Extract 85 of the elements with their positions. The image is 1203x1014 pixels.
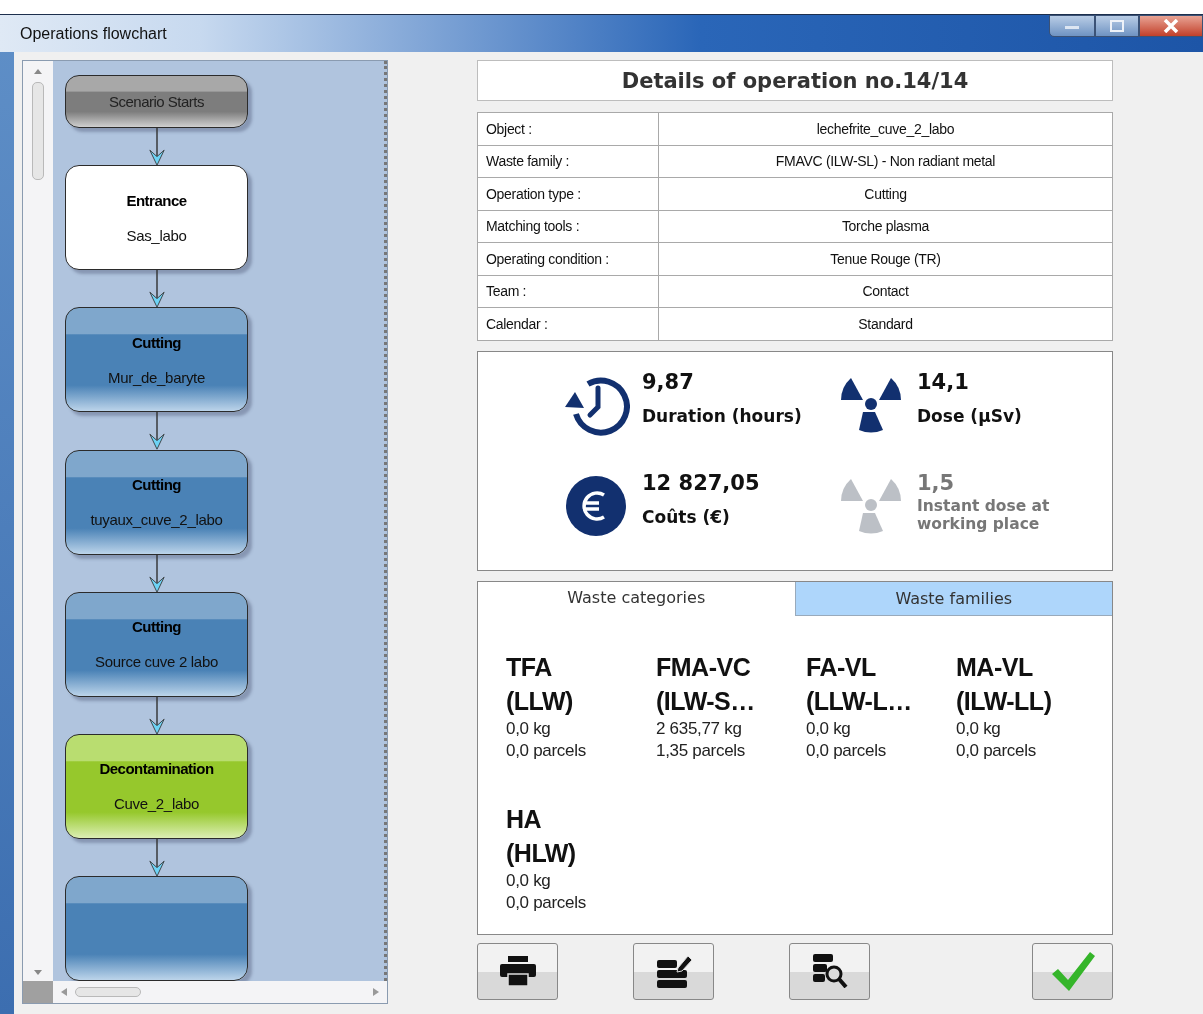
table-cell: Operating condition :: [478, 243, 659, 275]
confirm-button[interactable]: [1032, 942, 1113, 1000]
window-title: Operations flowchart: [20, 24, 167, 43]
tab[interactable]: Waste families: [794, 581, 1112, 616]
category-code: HA: [506, 803, 543, 835]
category-parcels: 0,0 parcels: [806, 739, 887, 762]
category-name: (LLW-L…: [806, 685, 913, 717]
scrollbar-corner: [23, 981, 53, 1003]
search-button[interactable]: [789, 942, 870, 1000]
category-code: TFA: [506, 651, 553, 683]
table-cell-text: Cutting: [863, 184, 908, 204]
maximize-icon: [1109, 20, 1125, 32]
stat-label: Duration (hours): [642, 405, 802, 426]
vertical-scrollbar[interactable]: [23, 61, 53, 981]
edit-button[interactable]: [633, 942, 714, 1000]
node-title: Scenario Starts: [108, 93, 204, 110]
node-title: Cutting: [132, 618, 181, 636]
database-search-icon: [811, 954, 848, 988]
horizontal-scrollbar[interactable]: [23, 981, 387, 1003]
table-cell-text: Tenue Rouge (TR): [829, 249, 942, 269]
table-cell-text: lechefrite_cuve_2_labo: [815, 119, 956, 139]
category-parcels: 0,0 parcels: [956, 739, 1037, 762]
stat-label: Coûts (€): [642, 506, 731, 527]
database-edit-icon: [655, 954, 692, 988]
category-parcels: 0,0 parcels: [506, 891, 587, 914]
scroll-thumb[interactable]: [32, 82, 44, 180]
table-cell: Team :: [478, 275, 659, 307]
node-title: Cutting: [132, 333, 181, 351]
stat-label: Dose (µSv): [917, 405, 1022, 426]
category-parcels: 0,0 parcels: [506, 739, 587, 762]
category-code: MA-VL: [956, 651, 1034, 683]
scroll-right-icon[interactable]: [373, 988, 379, 996]
category-mass: 0,0 kg: [806, 717, 852, 740]
category-mass: 2 635,77 kg: [656, 717, 743, 740]
node-title: Decontamination: [99, 760, 214, 778]
node-subtitle: Source cuve 2 labo: [95, 653, 218, 671]
details-title: Details of operation no.14/14: [477, 60, 1113, 101]
scroll-down-icon[interactable]: [34, 970, 42, 975]
printer-icon: [499, 956, 536, 986]
stat-value: 14,1: [917, 369, 970, 394]
scroll-left-icon[interactable]: [61, 988, 67, 996]
stat-value: 12 827,05: [642, 470, 760, 495]
node-title: Entrance: [126, 191, 187, 209]
operation-node[interactable]: Cutting Mur_de_baryte: [65, 307, 248, 413]
table-cell: Object :: [478, 113, 659, 145]
stat-label: Instant dose at working place: [917, 496, 1051, 534]
node-subtitle: Sas_labo: [126, 226, 187, 244]
minimize-button[interactable]: [1049, 15, 1095, 37]
table-cell-text: FMAVC (ILW-SL) - Non radiant metal: [774, 152, 997, 172]
euro-icon: [565, 474, 627, 537]
category-parcels: 1,35 parcels: [656, 739, 746, 762]
table-cell: Calendar :: [478, 308, 659, 340]
table-cell-text: Torche plasma: [840, 217, 931, 237]
category-mass: 0,0 kg: [956, 717, 1002, 740]
operation-node[interactable]: Cutting Source cuve 2 labo: [65, 591, 248, 697]
stat-value: 9,87: [642, 369, 695, 394]
category-name: (LLW): [506, 685, 574, 717]
close-button[interactable]: [1139, 15, 1203, 37]
table-cell-text: Standard: [857, 314, 914, 334]
scroll-up-icon[interactable]: [34, 69, 42, 74]
node-title: Cutting: [132, 476, 181, 493]
table-cell-text: Contact: [861, 282, 910, 302]
category-name: (ILW-LL): [956, 685, 1053, 717]
close-icon: [1163, 19, 1179, 33]
category-mass: 0,0 kg: [506, 717, 552, 740]
print-button[interactable]: [477, 942, 558, 1000]
category-mass: 0,0 kg: [506, 869, 552, 892]
operation-node[interactable]: Decontamination Cuve_2_labo: [65, 733, 248, 839]
maximize-button[interactable]: [1095, 15, 1139, 37]
stat-value: 1,5: [917, 470, 956, 495]
operation-node[interactable]: Cutting tuyaux_cuve_2_labo: [65, 449, 248, 555]
scroll-thumb[interactable]: [75, 987, 141, 997]
category-code: FA-VL: [806, 651, 877, 683]
category-code: FMA-VC: [656, 651, 752, 683]
node-subtitle: Cuve_2_labo: [113, 795, 200, 813]
entrance-node[interactable]: Entrance Sas_labo: [65, 165, 248, 271]
node-subtitle: tuyaux_cuve_2_labo: [90, 511, 223, 528]
category-name: (HLW): [506, 837, 577, 869]
category-name: (ILW-S…: [656, 685, 756, 717]
start-node[interactable]: Scenario Starts: [65, 75, 248, 128]
node-subtitle: Mur_de_baryte: [108, 368, 205, 386]
table-cell: Waste family :: [478, 145, 659, 177]
table-cell: Operation type :: [478, 178, 659, 210]
table-cell: Matching tools :: [478, 210, 659, 242]
operation-node[interactable]: [65, 876, 248, 981]
